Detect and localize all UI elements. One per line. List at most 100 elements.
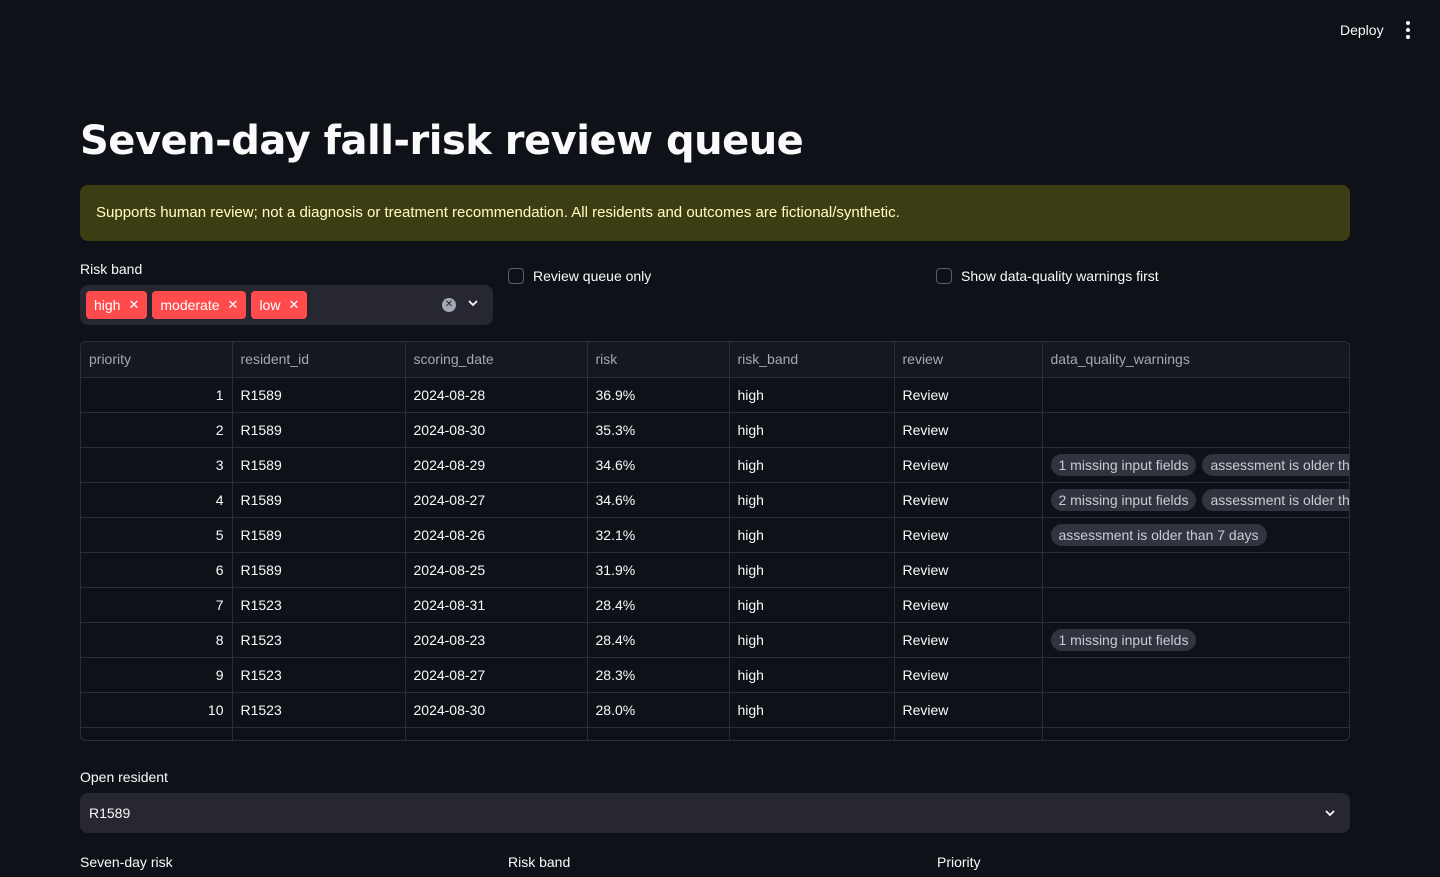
table-cell[interactable] bbox=[894, 727, 1043, 740]
table-cell[interactable]: R1589 bbox=[232, 412, 406, 448]
table-row[interactable]: 6 R1589 2024-08-25 31.9% high Review bbox=[81, 552, 1349, 588]
table-cell[interactable]: 28.0% bbox=[587, 692, 730, 728]
table-cell[interactable]: 2024-08-30 bbox=[405, 412, 588, 448]
table-cell[interactable]: R1523 bbox=[232, 587, 406, 623]
table-cell[interactable]: 2 bbox=[81, 412, 233, 448]
column-header[interactable]: risk_band bbox=[729, 342, 895, 378]
table-row[interactable]: 9 R1523 2024-08-27 28.3% high Review bbox=[81, 657, 1349, 693]
chevron-down-icon[interactable] bbox=[1324, 807, 1336, 819]
table-cell[interactable]: Review bbox=[894, 622, 1043, 658]
table-cell[interactable] bbox=[81, 727, 233, 740]
table-cell[interactable]: high bbox=[729, 622, 895, 658]
table-row[interactable]: 10 R1523 2024-08-30 28.0% high Review bbox=[81, 692, 1349, 728]
table-cell[interactable]: 2024-08-27 bbox=[405, 657, 588, 693]
warnings-cell[interactable]: 1 missing input fields assessment is olde… bbox=[1042, 447, 1349, 483]
table-row[interactable] bbox=[81, 727, 1349, 740]
table-cell[interactable]: 2024-08-29 bbox=[405, 447, 588, 483]
table-cell[interactable]: Review bbox=[894, 447, 1043, 483]
review-queue-table[interactable]: priority resident_id scoring_date risk r… bbox=[80, 341, 1350, 741]
table-cell[interactable]: high bbox=[729, 447, 895, 483]
table-row[interactable]: 2 R1589 2024-08-30 35.3% high Review bbox=[81, 412, 1349, 448]
table-cell[interactable]: high bbox=[729, 587, 895, 623]
table-cell[interactable]: high bbox=[729, 692, 895, 728]
warnings-cell[interactable] bbox=[1042, 657, 1349, 693]
chip-high[interactable]: high ✕ bbox=[86, 291, 148, 319]
chevron-down-icon[interactable] bbox=[467, 297, 479, 309]
table-row[interactable]: 3 R1589 2024-08-29 34.6% high Review 1 missing… bbox=[81, 447, 1349, 483]
warnings-cell[interactable] bbox=[1042, 377, 1349, 413]
risk-band-multiselect[interactable]: high ✕ moderate ✕ low ✕ ✕ bbox=[80, 285, 493, 325]
warnings-cell[interactable]: assessment is older than 7 days bbox=[1042, 517, 1349, 553]
table-cell[interactable] bbox=[729, 727, 895, 740]
table-cell[interactable]: Review bbox=[894, 552, 1043, 588]
table-cell[interactable]: 28.4% bbox=[587, 587, 730, 623]
table-cell[interactable]: high bbox=[729, 482, 895, 518]
warnings-first-checkbox[interactable]: Show data-quality warnings first bbox=[936, 268, 1159, 284]
review-queue-only-checkbox[interactable]: Review queue only bbox=[508, 268, 651, 284]
table-cell[interactable]: 1 bbox=[81, 377, 233, 413]
table-cell[interactable]: 9 bbox=[81, 657, 233, 693]
warnings-cell[interactable] bbox=[1042, 692, 1349, 728]
table-cell[interactable]: R1589 bbox=[232, 552, 406, 588]
table-row[interactable]: 1 R1589 2024-08-28 36.9% high Review bbox=[81, 377, 1349, 413]
table-cell[interactable]: high bbox=[729, 412, 895, 448]
warnings-cell[interactable]: 2 missing input fields assessment is olde… bbox=[1042, 482, 1349, 518]
table-cell[interactable]: 34.6% bbox=[587, 447, 730, 483]
open-resident-select[interactable]: R1589 bbox=[80, 793, 1350, 833]
column-header[interactable]: priority bbox=[81, 342, 233, 378]
table-cell[interactable] bbox=[405, 727, 588, 740]
table-cell[interactable]: high bbox=[729, 657, 895, 693]
table-cell[interactable] bbox=[1042, 727, 1349, 740]
table-row[interactable]: 7 R1523 2024-08-31 28.4% high Review bbox=[81, 587, 1349, 623]
deploy-button[interactable]: Deploy bbox=[1330, 18, 1394, 42]
table-cell[interactable]: R1589 bbox=[232, 482, 406, 518]
table-cell[interactable]: high bbox=[729, 517, 895, 553]
column-header[interactable]: scoring_date bbox=[405, 342, 588, 378]
table-cell[interactable]: 2024-08-30 bbox=[405, 692, 588, 728]
table-cell[interactable]: Review bbox=[894, 377, 1043, 413]
table-cell[interactable]: 8 bbox=[81, 622, 233, 658]
table-cell[interactable]: 2024-08-27 bbox=[405, 482, 588, 518]
checkbox-box[interactable] bbox=[508, 268, 524, 284]
warnings-cell[interactable] bbox=[1042, 587, 1349, 623]
table-row[interactable]: 5 R1589 2024-08-26 32.1% high Review assessmen… bbox=[81, 517, 1349, 553]
warnings-cell[interactable] bbox=[1042, 412, 1349, 448]
table-cell[interactable]: 28.4% bbox=[587, 622, 730, 658]
remove-icon[interactable]: ✕ bbox=[288, 297, 299, 313]
table-cell[interactable]: Review bbox=[894, 587, 1043, 623]
warnings-cell[interactable]: 1 missing input fields bbox=[1042, 622, 1349, 658]
table-cell[interactable]: Review bbox=[894, 412, 1043, 448]
table-cell[interactable]: 2024-08-25 bbox=[405, 552, 588, 588]
table-cell[interactable]: R1589 bbox=[232, 377, 406, 413]
table-cell[interactable]: Review bbox=[894, 517, 1043, 553]
table-cell[interactable]: 3 bbox=[81, 447, 233, 483]
table-cell[interactable]: 35.3% bbox=[587, 412, 730, 448]
column-header[interactable]: risk bbox=[587, 342, 730, 378]
table-cell[interactable]: Review bbox=[894, 482, 1043, 518]
table-cell[interactable]: 2024-08-23 bbox=[405, 622, 588, 658]
column-header[interactable]: data_quality_warnings bbox=[1042, 342, 1349, 378]
table-cell[interactable] bbox=[587, 727, 730, 740]
table-cell[interactable]: high bbox=[729, 552, 895, 588]
remove-icon[interactable]: ✕ bbox=[228, 297, 239, 313]
table-cell[interactable]: Review bbox=[894, 692, 1043, 728]
remove-icon[interactable]: ✕ bbox=[128, 297, 139, 313]
table-row[interactable]: 8 R1523 2024-08-23 28.4% high Review 1 missing… bbox=[81, 622, 1349, 658]
table-cell[interactable]: 34.6% bbox=[587, 482, 730, 518]
warnings-cell[interactable] bbox=[1042, 552, 1349, 588]
chip-moderate[interactable]: moderate ✕ bbox=[152, 291, 247, 319]
table-cell[interactable]: 4 bbox=[81, 482, 233, 518]
table-cell[interactable]: 2024-08-26 bbox=[405, 517, 588, 553]
table-cell[interactable]: high bbox=[729, 377, 895, 413]
table-cell[interactable]: R1589 bbox=[232, 517, 406, 553]
column-header[interactable]: review bbox=[894, 342, 1043, 378]
table-cell[interactable]: 5 bbox=[81, 517, 233, 553]
table-cell[interactable] bbox=[232, 727, 406, 740]
column-header[interactable]: resident_id bbox=[232, 342, 406, 378]
table-cell[interactable]: Review bbox=[894, 657, 1043, 693]
table-cell[interactable]: 6 bbox=[81, 552, 233, 588]
chip-low[interactable]: low ✕ bbox=[251, 291, 308, 319]
table-cell[interactable]: 36.9% bbox=[587, 377, 730, 413]
table-cell[interactable]: R1523 bbox=[232, 657, 406, 693]
table-cell[interactable]: R1523 bbox=[232, 692, 406, 728]
